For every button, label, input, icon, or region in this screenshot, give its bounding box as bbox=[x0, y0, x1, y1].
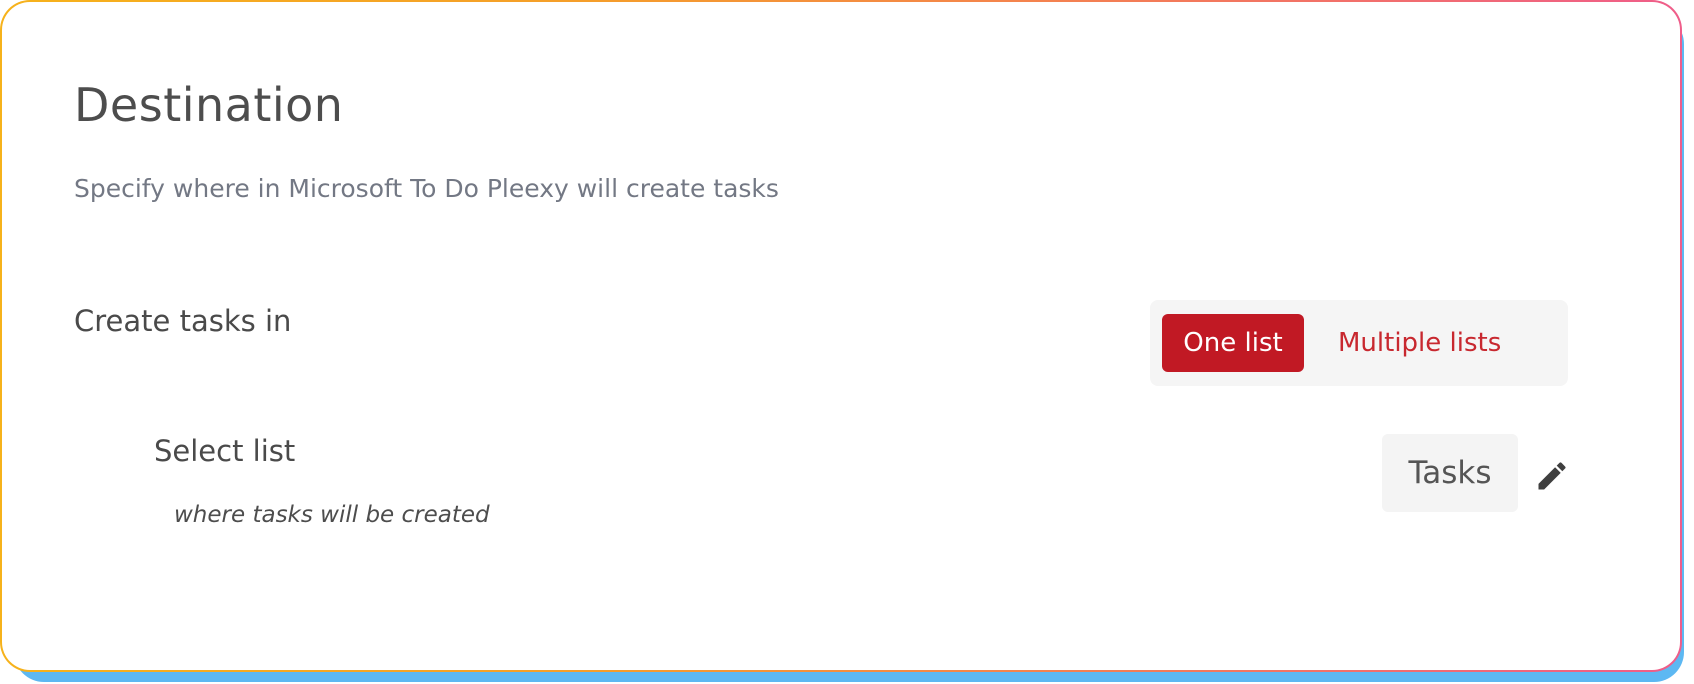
select-list-hint: where tasks will be created bbox=[174, 502, 490, 528]
one-list-option[interactable]: One list bbox=[1162, 314, 1304, 372]
select-list-label: Select list bbox=[154, 434, 296, 468]
settings-panel: Destination Specify where in Microsoft T… bbox=[0, 0, 1694, 684]
create-tasks-toggle: One list Multiple lists bbox=[1150, 300, 1568, 386]
section-subtitle: Specify where in Microsoft To Do Pleexy … bbox=[74, 174, 779, 203]
destination-card: Destination Specify where in Microsoft T… bbox=[2, 2, 1680, 670]
create-tasks-label: Create tasks in bbox=[74, 304, 292, 338]
multiple-lists-option[interactable]: Multiple lists bbox=[1320, 314, 1519, 372]
section-title: Destination bbox=[74, 78, 344, 132]
pencil-icon[interactable] bbox=[1534, 458, 1570, 494]
card-border: Destination Specify where in Microsoft T… bbox=[0, 0, 1682, 672]
selected-list-value[interactable]: Tasks bbox=[1382, 434, 1518, 512]
